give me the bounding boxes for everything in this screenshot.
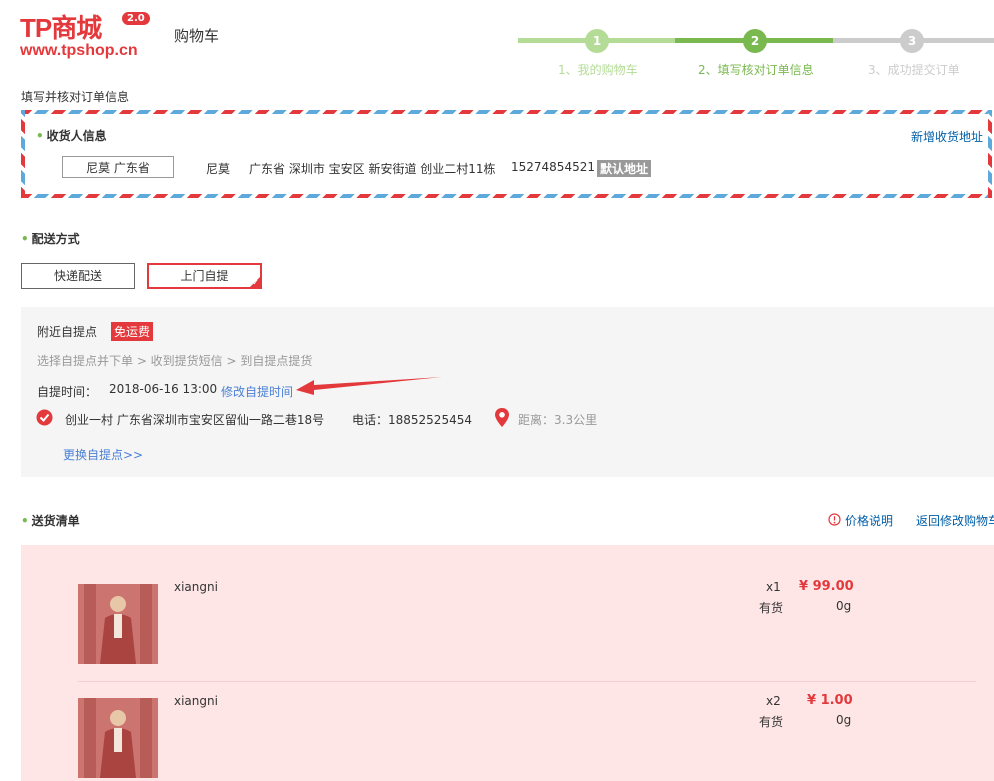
step-2-dot: 2 xyxy=(743,29,767,53)
pickup-point-address: 创业一村 广东省深圳市宝安区留仙一路二巷18号 xyxy=(65,413,325,427)
item-weight: 0g xyxy=(836,713,852,727)
pickup-title: 附近自提点 xyxy=(37,325,98,339)
item-divider xyxy=(78,681,976,682)
pickup-distance: 距离：3.3公里 xyxy=(518,413,598,427)
consignee-phone: 15274854521 xyxy=(511,160,595,174)
pickup-point-phone: 电话：18852525454 xyxy=(352,413,472,427)
consignee-chip[interactable]: 尼莫 广东省 xyxy=(62,156,174,178)
consignee-title: 收货人信息 xyxy=(36,127,107,144)
item-name[interactable]: xiangni xyxy=(174,694,218,708)
product-thumbnail[interactable] xyxy=(78,698,158,778)
pickup-time-value: 2018-06-16 13:00 xyxy=(109,382,218,396)
page-title: 购物车 xyxy=(174,27,220,45)
modify-pickup-time-link[interactable]: 修改自提时间 xyxy=(221,383,293,400)
step-3-dot: 3 xyxy=(900,29,924,53)
logo-text[interactable]: TP商城 xyxy=(20,8,102,45)
annotation-arrow-icon xyxy=(296,377,442,395)
step-3-label: 3、成功提交订单 xyxy=(868,63,960,77)
express-delivery-button[interactable]: 快递配送 xyxy=(21,263,135,289)
delivery-list-title: 送货清单 xyxy=(21,512,80,529)
default-address-badge: 默认地址 xyxy=(597,160,652,177)
item-quantity: x2 xyxy=(766,694,781,708)
add-address-link[interactable]: 新增收货地址 xyxy=(911,128,983,145)
item-stock: 有货 xyxy=(759,601,784,615)
shipping-title: 配送方式 xyxy=(21,230,80,247)
info-icon xyxy=(828,513,841,526)
item-quantity: x1 xyxy=(766,580,781,594)
consignee-box xyxy=(21,110,992,198)
selected-check-icon xyxy=(36,409,53,426)
item-name[interactable]: xiangni xyxy=(174,580,218,594)
order-heading: 填写并核对订单信息 xyxy=(21,90,130,104)
step-1-label: 1、我的购物车 xyxy=(558,63,638,77)
item-stock: 有货 xyxy=(759,715,784,729)
location-pin-icon xyxy=(495,408,509,427)
product-thumbnail[interactable] xyxy=(78,584,158,664)
change-pickup-point-link[interactable]: 更换自提点>> xyxy=(63,446,143,463)
step-2-label: 2、填写核对订单信息 xyxy=(698,63,814,77)
logo-version-badge: 2.0 xyxy=(122,12,150,25)
step-1-dot: 1 xyxy=(585,29,609,53)
back-to-cart-link[interactable]: 返回修改购物车 xyxy=(916,512,994,529)
item-weight: 0g xyxy=(836,599,852,613)
item-price: ¥ 1.00 xyxy=(807,693,853,708)
pickup-time-label: 自提时间： xyxy=(37,385,98,399)
consignee-address: 广东省 深圳市 宝安区 新安街道 创业二村11栋 xyxy=(249,162,496,176)
self-pickup-button[interactable]: 上门自提 ✓ xyxy=(147,263,262,289)
logo-url[interactable]: www.tpshop.cn xyxy=(20,42,138,60)
free-shipping-badge: 免运费 xyxy=(111,322,154,341)
pickup-steps: 选择自提点并下单 > 收到提货短信 > 到自提点提货 xyxy=(37,354,313,368)
item-price: ¥ 99.00 xyxy=(799,579,854,594)
price-note-link[interactable]: 价格说明 xyxy=(845,512,893,529)
check-icon: ✓ xyxy=(252,278,259,287)
consignee-name: 尼莫 xyxy=(206,162,231,176)
self-pickup-label: 上门自提 xyxy=(180,269,229,283)
